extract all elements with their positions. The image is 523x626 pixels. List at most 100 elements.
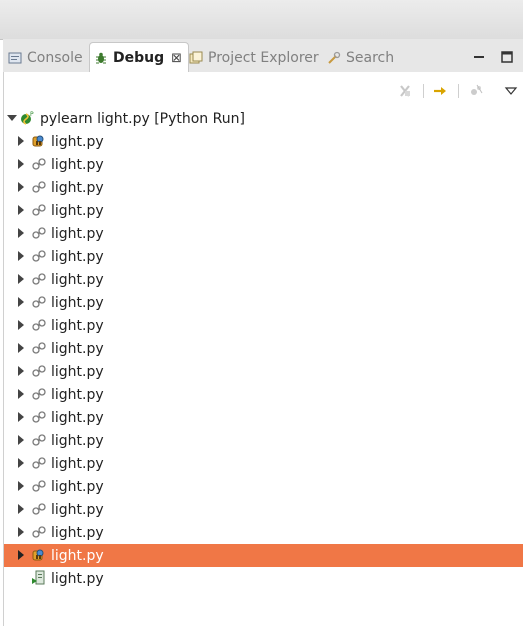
expand-arrow-icon[interactable] <box>18 550 24 560</box>
thread-label: light.py <box>51 455 104 472</box>
expand-arrow-icon[interactable] <box>18 481 24 491</box>
running-thread-icon <box>31 156 47 172</box>
thread-label: light.py <box>51 524 104 541</box>
running-thread-icon <box>31 202 47 218</box>
view-tab-strip: Console Debug ⊠ Project Explorer Search <box>3 39 523 73</box>
expand-arrow-icon[interactable] <box>18 182 24 192</box>
thread-row[interactable]: light.py <box>4 406 523 429</box>
expand-arrow-icon[interactable] <box>18 412 24 422</box>
remove-terminated-icon[interactable] <box>396 83 414 99</box>
thread-row[interactable]: light.py <box>4 222 523 245</box>
expand-arrow-icon[interactable] <box>18 274 24 284</box>
thread-row[interactable]: light.py <box>4 337 523 360</box>
thread-row[interactable]: light.py <box>4 360 523 383</box>
search-icon <box>327 51 341 65</box>
tab-console-label: Console <box>27 50 83 66</box>
thread-label: light.py <box>51 386 104 403</box>
thread-row[interactable]: light.py <box>4 130 523 153</box>
tab-console[interactable]: Console <box>8 44 83 72</box>
running-thread-icon <box>31 455 47 471</box>
thread-row[interactable]: light.py <box>4 176 523 199</box>
suspended-thread-icon <box>31 547 47 563</box>
expand-arrow-icon[interactable] <box>18 389 24 399</box>
maximize-icon[interactable] <box>499 49 515 65</box>
thread-label: light.py <box>51 202 104 219</box>
thread-row[interactable]: light.py <box>4 567 523 590</box>
project-explorer-icon <box>189 51 203 65</box>
view-menu-icon[interactable] <box>502 83 520 99</box>
suspended-thread-icon <box>31 133 47 149</box>
console-icon <box>8 51 22 65</box>
process-icon <box>31 570 47 586</box>
thread-row[interactable]: light.py <box>4 383 523 406</box>
running-thread-icon <box>31 386 47 402</box>
running-thread-icon <box>31 501 47 517</box>
running-thread-icon <box>31 340 47 356</box>
tab-project-explorer-label: Project Explorer <box>208 50 319 66</box>
thread-row[interactable]: light.py <box>4 498 523 521</box>
thread-label: light.py <box>51 271 104 288</box>
thread-label: light.py <box>51 248 104 265</box>
running-thread-icon <box>31 524 47 540</box>
running-thread-icon <box>31 179 47 195</box>
thread-row[interactable]: light.py <box>4 429 523 452</box>
collapse-arrow-icon[interactable] <box>7 115 17 121</box>
expand-arrow-icon[interactable] <box>18 504 24 514</box>
thread-label: light.py <box>51 409 104 426</box>
step-over-icon[interactable] <box>431 83 449 99</box>
tab-search[interactable]: Search <box>327 44 394 72</box>
thread-label: light.py <box>51 547 104 564</box>
expand-arrow-icon[interactable] <box>18 366 24 376</box>
thread-row-selected[interactable]: light.py <box>4 544 523 567</box>
tab-debug[interactable]: Debug ⊠ <box>89 42 190 73</box>
thread-row[interactable]: light.py <box>4 245 523 268</box>
expand-arrow-icon[interactable] <box>18 527 24 537</box>
thread-row[interactable]: light.py <box>4 521 523 544</box>
thread-label: light.py <box>51 317 104 334</box>
debug-view: P pylearn light.py [Python Run] light.py… <box>3 72 523 626</box>
running-thread-icon <box>31 363 47 379</box>
thread-row[interactable]: light.py <box>4 314 523 337</box>
expand-arrow-icon[interactable] <box>18 343 24 353</box>
debug-icon <box>94 51 108 65</box>
thread-label: light.py <box>51 501 104 518</box>
thread-row[interactable]: light.py <box>4 153 523 176</box>
running-thread-icon <box>31 248 47 264</box>
expand-arrow-icon[interactable] <box>18 159 24 169</box>
thread-label: light.py <box>51 478 104 495</box>
thread-label: light.py <box>51 432 104 449</box>
expand-arrow-icon[interactable] <box>18 320 24 330</box>
minimize-icon[interactable] <box>471 49 487 65</box>
thread-label: light.py <box>51 179 104 196</box>
thread-row[interactable]: light.py <box>4 452 523 475</box>
tab-project-explorer[interactable]: Project Explorer <box>189 44 319 72</box>
expand-arrow-icon[interactable] <box>18 251 24 261</box>
python-launch-icon: P <box>20 110 36 126</box>
launch-label: pylearn light.py [Python Run] <box>40 110 245 127</box>
launch-node[interactable]: P pylearn light.py [Python Run] <box>4 107 523 130</box>
thread-label: light.py <box>51 570 104 587</box>
expand-arrow-icon[interactable] <box>18 205 24 215</box>
running-thread-icon <box>31 409 47 425</box>
running-thread-icon <box>31 317 47 333</box>
thread-label: light.py <box>51 225 104 242</box>
expand-arrow-icon[interactable] <box>18 136 24 146</box>
tab-search-label: Search <box>346 50 395 66</box>
running-thread-icon <box>31 478 47 494</box>
thread-label: light.py <box>51 294 104 311</box>
disconnect-icon[interactable] <box>467 83 485 99</box>
expand-arrow-icon[interactable] <box>18 435 24 445</box>
thread-label: light.py <box>51 363 104 380</box>
thread-row[interactable]: light.py <box>4 268 523 291</box>
running-thread-icon <box>31 271 47 287</box>
thread-row[interactable]: light.py <box>4 291 523 314</box>
thread-row[interactable]: light.py <box>4 475 523 498</box>
debug-toolbar <box>4 72 523 110</box>
expand-arrow-icon[interactable] <box>18 458 24 468</box>
expand-arrow-icon[interactable] <box>18 228 24 238</box>
thread-label: light.py <box>51 133 104 150</box>
expand-arrow-icon[interactable] <box>18 297 24 307</box>
thread-row[interactable]: light.py <box>4 199 523 222</box>
close-tab-icon[interactable]: ⊠ <box>171 51 182 66</box>
running-thread-icon <box>31 294 47 310</box>
